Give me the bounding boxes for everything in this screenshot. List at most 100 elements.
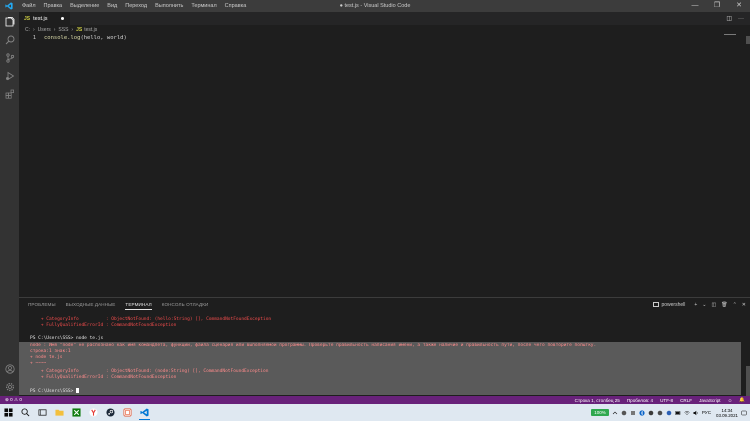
input-language[interactable]: РУС [702,410,711,415]
battery-icon[interactable] [675,410,681,416]
language-mode[interactable]: JavaScript [699,398,720,403]
account-icon[interactable] [3,362,16,375]
terminal-cursor [76,388,80,393]
system-tray: 100% РУС 14:34 03.09.2021 [591,404,750,421]
cursor-position[interactable]: Строка 1, столбец 25 [575,398,620,403]
feedback-icon[interactable]: ☺ [728,398,733,403]
tray-app-icon[interactable] [630,410,636,416]
task-view-icon[interactable] [35,405,50,420]
breadcrumb-sss[interactable]: SSS [58,27,68,33]
editor-tab-bar: JS test.js ◫ ··· [19,12,750,25]
problems-indicator[interactable]: ⊗ 0 ⚠ 0 [5,397,22,403]
terminal-line: + node te.js [30,355,63,360]
search-icon[interactable] [3,33,16,46]
yandex-browser-icon[interactable] [86,405,101,420]
terminal-icon [653,302,660,307]
breadcrumb: C: › Users › SSS › JS test.js [25,26,98,33]
terminal-output[interactable]: + CategoryInfo : ObjectNotFound: (hello:… [19,311,750,397]
status-left: ⊗ 0 ⚠ 0 [0,397,22,403]
file-explorer-icon[interactable] [52,405,67,420]
minimap[interactable] [724,34,738,36]
tab-terminal[interactable]: ТЕРМИНАЛ [125,298,153,311]
run-debug-icon[interactable] [3,69,16,82]
encoding[interactable]: UTF-8 [660,398,673,403]
xbox-icon[interactable] [69,405,84,420]
notifications-bell-icon[interactable]: 🔔 [739,397,745,403]
title-bar: Файл Правка Выделение Вид Переход Выполн… [0,0,750,12]
settings-gear-icon[interactable] [3,380,16,393]
battery-badge[interactable]: 100% [591,409,609,416]
code-function: console.log [44,35,81,41]
tray-app-icon[interactable] [648,410,654,416]
terminal-line: node : Имя "node" не распознано как имя … [30,343,597,348]
menu-help[interactable]: Справка [221,0,251,12]
explorer-icon[interactable] [3,15,16,28]
split-editor-icon[interactable]: ◫ [726,15,732,22]
breadcrumb-file[interactable]: test.js [84,27,97,33]
code-line[interactable]: 1 console.log(hello, world) [19,34,127,42]
terminal-scrollbar[interactable] [746,366,750,396]
terminal-dropdown-icon[interactable]: ⌄ [702,302,706,308]
panel-actions: powershell + ⌄ ◫ 🗑 ⌃ ✕ [653,298,746,311]
windows-start-icon[interactable] [1,405,16,420]
minimize-button[interactable]: — [684,0,706,12]
wifi-icon[interactable] [684,410,690,416]
tray-app-icon[interactable] [657,410,663,416]
tray-app-icon[interactable] [621,410,627,416]
volume-icon[interactable] [693,410,699,416]
breadcrumb-users[interactable]: Users [38,27,51,33]
tray-chevron-icon[interactable] [612,410,618,416]
terminal-line: + FullyQualifiedErrorId : CommandNotFoun… [30,375,177,380]
terminal-line: + CategoryInfo : ObjectNotFound: (node:S… [30,369,269,374]
close-button[interactable]: ✕ [728,0,750,12]
javascript-file-icon: JS [24,15,31,22]
tab-debug-console[interactable]: КОНСОЛЬ ОТЛАДКИ [162,298,209,311]
tab-test-js[interactable]: JS test.js [19,12,70,25]
tray-app-icon[interactable] [666,410,672,416]
tab-output[interactable]: ВЫХОДНЫЕ ДАННЫЕ [66,298,116,311]
tab-problems[interactable]: ПРОБЛЕМЫ [28,298,56,311]
maximize-button[interactable]: ❐ [706,0,728,12]
clock[interactable]: 14:34 03.09.2021 [716,408,738,418]
extensions-icon[interactable] [3,87,16,100]
code-editor[interactable]: 1 console.log(hello, world) [19,34,750,296]
menu-go[interactable]: Переход [121,0,151,12]
status-right: Строка 1, столбец 25 Пробелов: 4 UTF-8 C… [575,396,750,404]
error-count: 0 [10,397,13,402]
maximize-panel-icon[interactable]: ⌃ [733,302,737,308]
terminal-prompt[interactable]: PS C:\Users\SSS> [30,388,80,394]
kill-terminal-icon[interactable]: 🗑 [721,302,727,308]
bluetooth-icon[interactable] [639,409,645,416]
menu-selection[interactable]: Выделение [66,0,103,12]
activity-bar [0,12,19,396]
line-ending[interactable]: CRLF [680,398,692,403]
code-text[interactable]: console.log(hello, world) [44,35,127,41]
shell-name: powershell [661,301,686,308]
unsaved-dot-icon[interactable] [61,17,64,20]
prompt-text: PS C:\Users\SSS> [30,389,77,394]
close-panel-icon[interactable]: ✕ [742,302,746,308]
menu-view[interactable]: Вид [103,0,121,12]
terminal-selector[interactable]: powershell [653,302,685,308]
breadcrumb-drive[interactable]: C: [25,27,30,33]
app-icon[interactable] [120,405,135,420]
vscode-taskbar-icon[interactable] [137,405,152,420]
menu-terminal[interactable]: Терминал [187,0,220,12]
menu-edit[interactable]: Правка [40,0,67,12]
split-terminal-icon[interactable]: ◫ [712,302,717,308]
line-number: 1 [32,35,36,41]
status-bar: ⊗ 0 ⚠ 0 Строка 1, столбец 25 Пробелов: 4… [0,396,750,404]
steam-icon[interactable] [103,405,118,420]
editor-actions: ◫ ··· [726,12,744,25]
source-control-icon[interactable] [3,51,16,64]
more-actions-icon[interactable]: ··· [738,16,744,22]
notification-center-icon[interactable] [741,410,747,416]
menu-run[interactable]: Выполнить [151,0,187,12]
taskbar-search-icon[interactable] [18,405,33,420]
editor-scrollbar[interactable] [746,34,750,296]
menu-file[interactable]: Файл [18,0,40,12]
clock-date: 03.09.2021 [716,412,738,418]
indentation[interactable]: Пробелов: 4 [627,398,653,403]
taskbar: 100% РУС 14:34 03.09.2021 [0,404,750,421]
new-terminal-button[interactable]: + [694,302,697,308]
